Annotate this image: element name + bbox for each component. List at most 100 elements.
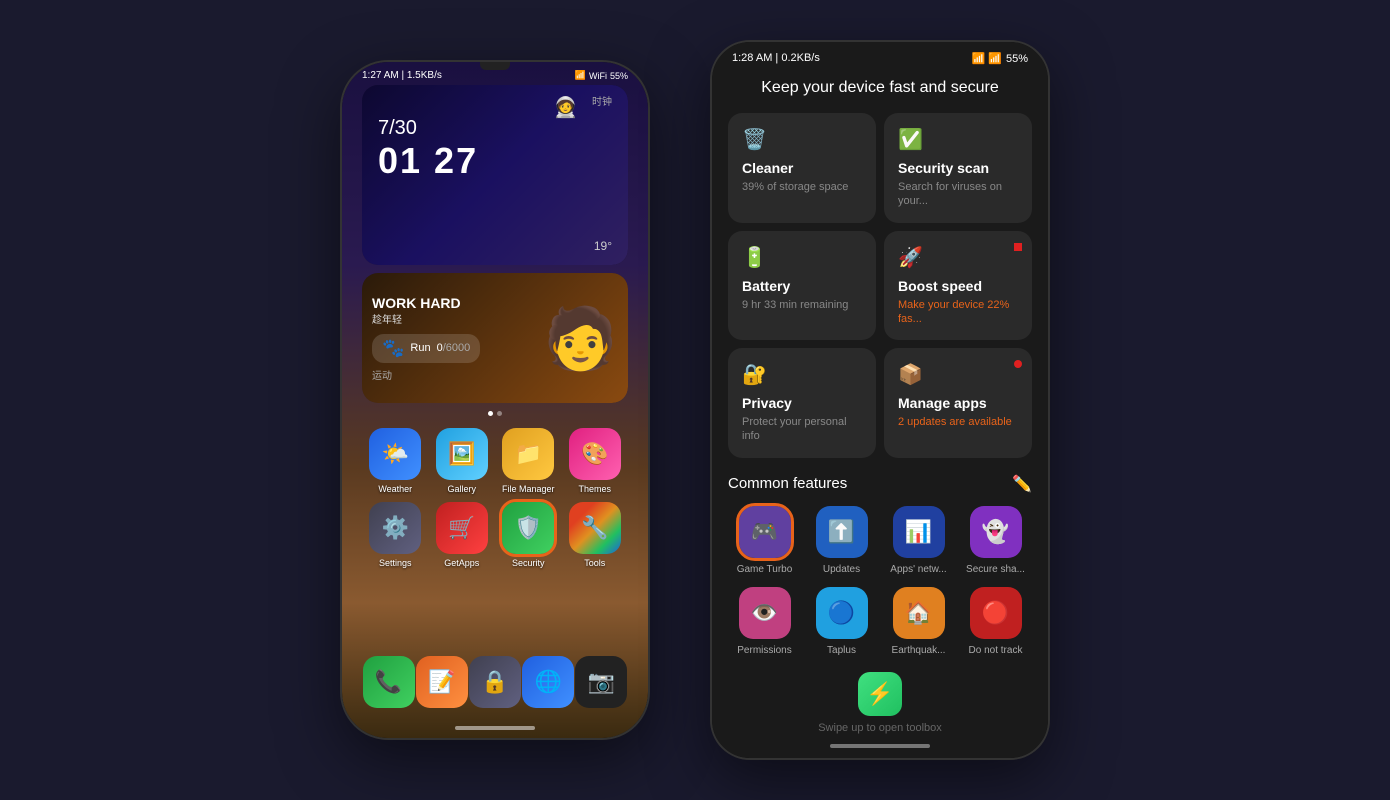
taplus-label: Taplus <box>827 645 856 656</box>
weather-icon[interactable]: 🌤️ <box>369 428 421 480</box>
security-label: Security <box>512 558 545 568</box>
dock: 📞 📝 🔒 🌐 📷 <box>362 656 628 708</box>
tools-icon[interactable]: 🔧 <box>569 502 621 554</box>
app-settings[interactable]: ⚙️ Settings <box>366 502 425 568</box>
updates-icon[interactable]: ⬆️ <box>816 506 868 558</box>
themes-label: Themes <box>578 484 611 494</box>
permissions-label: Permissions <box>737 645 791 656</box>
privacy-title: Privacy <box>742 395 862 411</box>
manage-apps-title: Manage apps <box>898 395 1018 411</box>
feature-updates[interactable]: ⬆️ Updates <box>805 506 878 575</box>
getapps-icon[interactable]: 🛒 <box>436 502 488 554</box>
battery-card[interactable]: 🔋 Battery 9 hr 33 min remaining <box>728 231 876 341</box>
dock-lock[interactable]: 🔒 <box>469 656 521 708</box>
getapps-label: GetApps <box>444 558 479 568</box>
left-status-icons: 📶 WiFi 55% <box>575 70 628 81</box>
app-tools[interactable]: 🔧 Tools <box>566 502 625 568</box>
clock-date: 7/30 <box>378 117 612 140</box>
security-scan-title: Security scan <box>898 160 1018 176</box>
feature-apps-network[interactable]: 📊 Apps' netw... <box>882 506 955 575</box>
toolbox-section[interactable]: ⚡ Swipe up to open toolbox <box>712 672 1048 744</box>
cleaner-icon: 🗑️ <box>742 127 862 152</box>
feature-do-not-track[interactable]: 🔴 Do not track <box>959 587 1032 656</box>
feature-earthquake[interactable]: 🏠 Earthquak... <box>882 587 955 656</box>
app-security[interactable]: 🛡️ Security <box>499 502 558 568</box>
right-phone: 1:28 AM | 0.2KB/s 📶 📶 55% Keep your devi… <box>710 40 1050 760</box>
feature-cards: 🗑️ Cleaner 39% of storage space ✅ Securi… <box>712 113 1048 458</box>
feature-taplus[interactable]: 🔵 Taplus <box>805 587 878 656</box>
right-status-time: 1:28 AM | 0.2KB/s <box>732 52 820 65</box>
dock-notes[interactable]: 📝 <box>416 656 468 708</box>
privacy-sub: Protect your personal info <box>742 415 862 444</box>
dock-chrome[interactable]: 🌐 <box>522 656 574 708</box>
right-status-icons: 📶 📶 55% <box>972 52 1028 65</box>
permissions-icon[interactable]: 👁️ <box>739 587 791 639</box>
char-text: WORK HARD <box>372 295 533 311</box>
cleaner-sub: 39% of storage space <box>742 180 862 194</box>
right-home-indicator[interactable] <box>830 744 930 748</box>
app-gallery[interactable]: 🖼️ Gallery <box>433 428 492 494</box>
security-icon[interactable]: 🛡️ <box>502 502 554 554</box>
char-sub: 趁年轻 <box>372 311 533 326</box>
cleaner-card[interactable]: 🗑️ Cleaner 39% of storage space <box>728 113 876 223</box>
common-features-title: Common features <box>728 475 847 492</box>
dot-2 <box>497 411 502 416</box>
feature-secure-share[interactable]: 👻 Secure sha... <box>959 506 1032 575</box>
manage-apps-card[interactable]: 📦 Manage apps 2 updates are available <box>884 348 1032 458</box>
do-not-track-label: Do not track <box>969 645 1023 656</box>
feature-permissions[interactable]: 👁️ Permissions <box>728 587 801 656</box>
themes-icon[interactable]: 🎨 <box>569 428 621 480</box>
earthquake-icon[interactable]: 🏠 <box>893 587 945 639</box>
boost-speed-sub: Make your device 22% fas... <box>898 298 1018 327</box>
boost-speed-title: Boost speed <box>898 278 1018 294</box>
char-info: WORK HARD 趁年轻 🐾 Run 0/6000 运动 <box>372 295 533 382</box>
character-emoji: 🧑 <box>543 303 618 374</box>
run-section: 运动 <box>372 367 533 382</box>
app-weather[interactable]: 🌤️ Weather <box>366 428 425 494</box>
app-filemanager[interactable]: 📁 File Manager <box>499 428 558 494</box>
clock-temp: 19° <box>594 239 612 253</box>
taplus-icon[interactable]: 🔵 <box>816 587 868 639</box>
earthquake-label: Earthquak... <box>892 645 946 656</box>
settings-label: Settings <box>379 558 412 568</box>
clock-widget[interactable]: 🧑‍🚀 时钟 7/30 01 27 19° <box>362 85 628 265</box>
app-themes[interactable]: 🎨 Themes <box>566 428 625 494</box>
page-dots <box>362 411 628 416</box>
battery-title: Battery <box>742 278 862 294</box>
gallery-label: Gallery <box>447 484 476 494</box>
run-icon: 🐾 <box>382 338 404 359</box>
right-title: Keep your device fast and secure <box>712 71 1048 113</box>
left-status-time: 1:27 AM | 1.5KB/s <box>362 70 442 81</box>
updates-label: Updates <box>823 564 860 575</box>
filemanager-icon[interactable]: 📁 <box>502 428 554 480</box>
app-grid-row1: 🌤️ Weather 🖼️ Gallery 📁 File Manager 🎨 T… <box>362 428 628 494</box>
toolbox-icon[interactable]: ⚡ <box>858 672 902 716</box>
cleaner-title: Cleaner <box>742 160 862 176</box>
gallery-icon[interactable]: 🖼️ <box>436 428 488 480</box>
edit-icon[interactable]: ✏️ <box>1012 474 1032 494</box>
left-phone-screen: 1:27 AM | 1.5KB/s 📶 WiFi 55% 🧑‍🚀 时钟 7/30… <box>342 62 648 738</box>
common-features-header: Common features ✏️ <box>728 474 1032 494</box>
battery-icon: 🔋 <box>742 245 862 270</box>
apps-network-icon[interactable]: 📊 <box>893 506 945 558</box>
privacy-card[interactable]: 🔐 Privacy Protect your personal info <box>728 348 876 458</box>
security-scan-card[interactable]: ✅ Security scan Search for viruses on yo… <box>884 113 1032 223</box>
run-label: Run <box>410 342 430 354</box>
dock-phone[interactable]: 📞 <box>363 656 415 708</box>
do-not-track-icon[interactable]: 🔴 <box>970 587 1022 639</box>
security-scan-icon: ✅ <box>898 127 1018 152</box>
right-status-bar: 1:28 AM | 0.2KB/s 📶 📶 55% <box>712 42 1048 71</box>
manage-apps-icon: 📦 <box>898 362 1018 387</box>
settings-icon[interactable]: ⚙️ <box>369 502 421 554</box>
right-phone-screen: 1:28 AM | 0.2KB/s 📶 📶 55% Keep your devi… <box>712 42 1048 758</box>
character-widget[interactable]: WORK HARD 趁年轻 🐾 Run 0/6000 运动 🧑 <box>362 273 628 403</box>
secure-share-icon[interactable]: 👻 <box>970 506 1022 558</box>
feature-game-turbo[interactable]: 🎮 Game Turbo <box>728 506 801 575</box>
dock-camera[interactable]: 📷 <box>575 656 627 708</box>
app-getapps[interactable]: 🛒 GetApps <box>433 502 492 568</box>
boost-speed-card[interactable]: 🚀 Boost speed Make your device 22% fas..… <box>884 231 1032 341</box>
clock-time: 01 27 <box>378 140 612 182</box>
game-turbo-label: Game Turbo <box>737 564 793 575</box>
home-indicator[interactable] <box>455 726 535 730</box>
game-turbo-icon[interactable]: 🎮 <box>739 506 791 558</box>
